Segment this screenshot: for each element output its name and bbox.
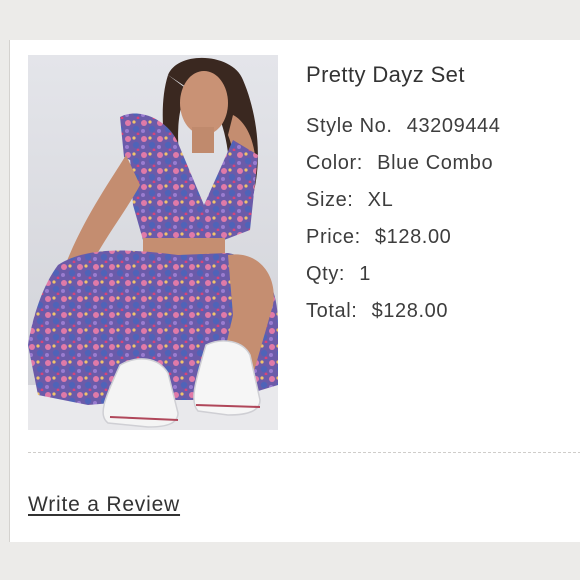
write-review-link[interactable]: Write a Review [28,493,180,517]
price-row: Price: $128.00 [306,219,576,256]
style-number-row: Style No. 43209444 [306,108,576,145]
product-details: Pretty Dayz Set Style No. 43209444 Color… [306,58,576,330]
total-label: Total: [306,300,358,322]
product-image[interactable] [28,55,278,430]
size-value: XL [367,189,394,211]
size-label: Size: [306,189,354,211]
quantity-value: 1 [359,263,371,285]
style-number-label: Style No. [306,115,393,137]
total-value: $128.00 [371,300,449,322]
size-row: Size: XL [306,182,576,219]
price-label: Price: [306,226,361,248]
total-row: Total: $128.00 [306,293,576,330]
product-title: Pretty Dayz Set [306,62,465,87]
order-item-card: Pretty Dayz Set Style No. 43209444 Color… [9,40,580,542]
color-label: Color: [306,152,363,174]
quantity-label: Qty: [306,263,346,285]
price-value: $128.00 [374,226,452,248]
style-number-value: 43209444 [406,115,501,137]
quantity-row: Qty: 1 [306,256,576,293]
color-row: Color: Blue Combo [306,145,576,182]
section-divider [28,452,580,453]
color-value: Blue Combo [377,152,494,174]
